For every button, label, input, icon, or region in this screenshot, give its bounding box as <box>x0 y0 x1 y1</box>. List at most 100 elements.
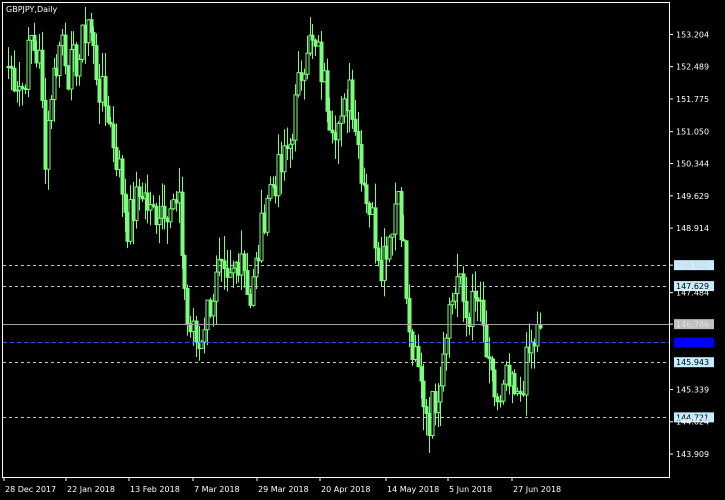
price-chart[interactable]: 148.093147.629145.943144.721146.786 153.… <box>0 0 725 500</box>
candle-body <box>310 34 315 41</box>
candle-body <box>373 207 378 249</box>
candle-body <box>251 276 256 306</box>
candle-body <box>69 48 74 90</box>
candle-body <box>57 45 62 77</box>
candle-body <box>464 300 469 319</box>
chart-background <box>0 0 725 500</box>
candle-body <box>387 236 392 260</box>
candle-body <box>32 34 37 51</box>
candle-body <box>228 272 233 278</box>
candle-body <box>103 76 108 107</box>
candle-body <box>444 337 449 355</box>
price-tick-label: 143.909 <box>676 450 709 459</box>
candle-body <box>185 287 190 325</box>
level-label: 145.943 <box>676 358 709 367</box>
candle-body <box>302 73 307 81</box>
candle-body <box>211 300 216 317</box>
candle-body <box>424 406 429 414</box>
candle-body <box>202 329 207 343</box>
candle-body <box>157 217 162 226</box>
candle-body <box>455 276 460 295</box>
price-tick-label: 149.629 <box>676 192 709 201</box>
candle-body <box>290 139 295 145</box>
candle-body <box>180 191 185 256</box>
price-tick-label: 147.484 <box>676 289 709 298</box>
price-tick-label: 151.050 <box>676 128 709 137</box>
candle-body <box>339 115 344 124</box>
candle-body <box>461 273 466 302</box>
candle-body <box>473 291 478 299</box>
candle-body <box>268 184 273 199</box>
candle-body <box>327 110 332 131</box>
symbol-label: GBPJPY,Daily <box>6 5 57 14</box>
candle-body <box>376 247 381 261</box>
time-tick-label: 13 Feb 2018 <box>130 485 180 494</box>
price-tick-label: 144.624 <box>676 418 709 427</box>
price-tick-label: 148.914 <box>676 224 709 233</box>
candle-body <box>450 300 455 306</box>
candle-body <box>353 118 358 133</box>
candle-body <box>484 324 489 358</box>
candle-body <box>399 191 404 241</box>
candle-body <box>265 197 270 233</box>
bid-price-tag <box>674 337 714 348</box>
candle-body <box>481 299 486 326</box>
time-tick-label: 7 Mar 2018 <box>194 485 240 494</box>
candle-body <box>46 119 51 170</box>
time-tick-label: 5 Jun 2018 <box>449 485 492 494</box>
price-tick-label: 151.775 <box>676 95 709 104</box>
time-tick-label: 14 May 2018 <box>387 485 439 494</box>
candle-body <box>419 366 424 382</box>
price-tick-label: 146.786 <box>676 320 709 329</box>
candle-body <box>168 208 173 223</box>
candle-body <box>162 205 167 219</box>
candle-body <box>40 49 45 101</box>
candle-body <box>242 253 247 272</box>
candle-body <box>91 32 96 47</box>
candle-body <box>407 297 412 333</box>
candle-body <box>492 369 497 398</box>
time-tick-label: 28 Dec 2017 <box>5 485 56 494</box>
candle-body <box>538 324 543 329</box>
candle-body <box>12 67 17 92</box>
price-tick-label: 148.093 <box>676 261 709 270</box>
candle-body <box>438 385 443 403</box>
price-tick-label: 145.339 <box>676 385 709 394</box>
candle-body <box>441 353 446 387</box>
candle-body <box>356 131 361 146</box>
candle-body <box>282 145 287 173</box>
candle-body <box>120 158 125 195</box>
candle-body <box>63 34 68 67</box>
candle-body <box>447 304 452 339</box>
candle-body <box>137 186 142 197</box>
candle-body <box>501 383 506 402</box>
candle-body <box>182 254 187 289</box>
candle-body <box>416 346 421 368</box>
candle-body <box>364 184 369 205</box>
time-tick-label: 22 Jan 2018 <box>67 485 115 494</box>
candle-body <box>77 58 82 77</box>
candle-body <box>453 293 458 302</box>
price-tick-label: 152.489 <box>676 63 709 72</box>
candle-body <box>421 380 426 408</box>
price-tick-label: 150.344 <box>676 160 709 169</box>
candle-body <box>404 240 409 299</box>
candle-body <box>288 143 293 149</box>
candle-body <box>26 39 31 90</box>
candle-body <box>336 122 341 141</box>
candle-body <box>490 358 495 371</box>
candle-body <box>94 45 99 81</box>
time-tick-label: 29 Mar 2018 <box>258 485 309 494</box>
candle-body <box>111 123 116 149</box>
candle-body <box>350 79 355 120</box>
candle-body <box>325 70 330 112</box>
price-tick-label: 153.204 <box>676 30 709 39</box>
candle-body <box>199 341 204 350</box>
candle-body <box>436 401 441 414</box>
candle-body <box>222 260 227 270</box>
candle-body <box>89 19 94 34</box>
candle-body <box>106 105 111 123</box>
candle-body <box>512 373 517 395</box>
candle-body <box>123 193 128 213</box>
time-tick-label: 27 Jun 2018 <box>513 485 561 494</box>
